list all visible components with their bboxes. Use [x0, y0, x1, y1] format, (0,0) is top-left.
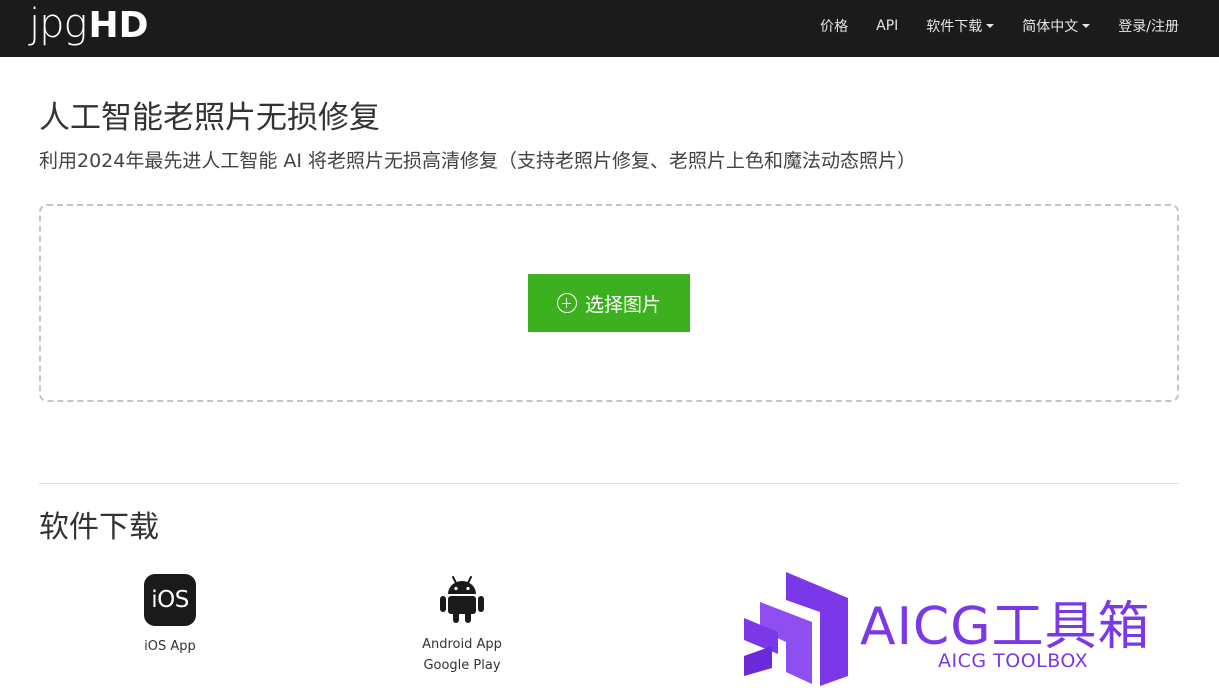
ios-icon: iOS: [144, 574, 196, 626]
nav-item-label: API: [876, 18, 899, 34]
nav-item-label: 登录/注册: [1118, 19, 1179, 35]
select-image-label: 选择图片: [584, 293, 661, 316]
android-label-line1: Android App: [422, 637, 502, 652]
site-logo[interactable]: jpg HD: [29, 2, 149, 46]
nav-item-pricing[interactable]: 价格: [820, 16, 848, 36]
android-label-line2: Google Play: [423, 658, 501, 673]
ios-app-label: iOS App: [144, 639, 196, 654]
plus-circle-icon: [556, 293, 577, 313]
nav-item-software-download[interactable]: 软件下载: [926, 16, 995, 36]
nav-item-api[interactable]: API: [876, 18, 898, 34]
ios-app-link[interactable]: iOS iOS App: [130, 574, 210, 657]
caret-down-icon: [1082, 24, 1091, 28]
section-divider: [39, 483, 1179, 484]
downloads-title: 软件下载: [39, 510, 159, 545]
nav-item-login-register[interactable]: 登录/注册: [1118, 16, 1179, 36]
nav-item-label: 软件下载: [926, 19, 983, 35]
page-subtitle: 利用2024年最先进人工智能 AI 将老照片无损高清修复（支持老照片修复、老照片…: [39, 150, 917, 172]
nav-menu: 价格 API 软件下载 简体中文 登录/注册: [792, 0, 1179, 52]
ios-icon-text: iOS: [151, 587, 189, 613]
top-navbar: jpg HD 价格 API 软件下载 简体中文 登录/注册: [0, 0, 1219, 57]
page-title: 人工智能老照片无损修复: [39, 100, 380, 136]
aicg-watermark: AICG工具箱 AICG TOOLBOX: [742, 572, 1182, 688]
android-app-label: Android App Google Play: [422, 634, 502, 676]
android-app-link[interactable]: Android App Google Play: [412, 574, 512, 676]
logo-text-bold: HD: [88, 5, 149, 46]
nav-item-language[interactable]: 简体中文: [1022, 16, 1091, 36]
caret-down-icon: [986, 24, 995, 28]
logo-text-light: jpg: [29, 1, 88, 47]
nav-item-label: 简体中文: [1022, 19, 1079, 35]
aicg-logo-icon: [744, 572, 848, 686]
select-image-button[interactable]: 选择图片: [528, 274, 690, 332]
nav-item-label: 价格: [820, 19, 849, 35]
android-icon: [440, 576, 484, 623]
watermark-title: AICG工具箱: [860, 597, 1151, 657]
watermark-subtitle: AICG TOOLBOX: [938, 650, 1089, 672]
